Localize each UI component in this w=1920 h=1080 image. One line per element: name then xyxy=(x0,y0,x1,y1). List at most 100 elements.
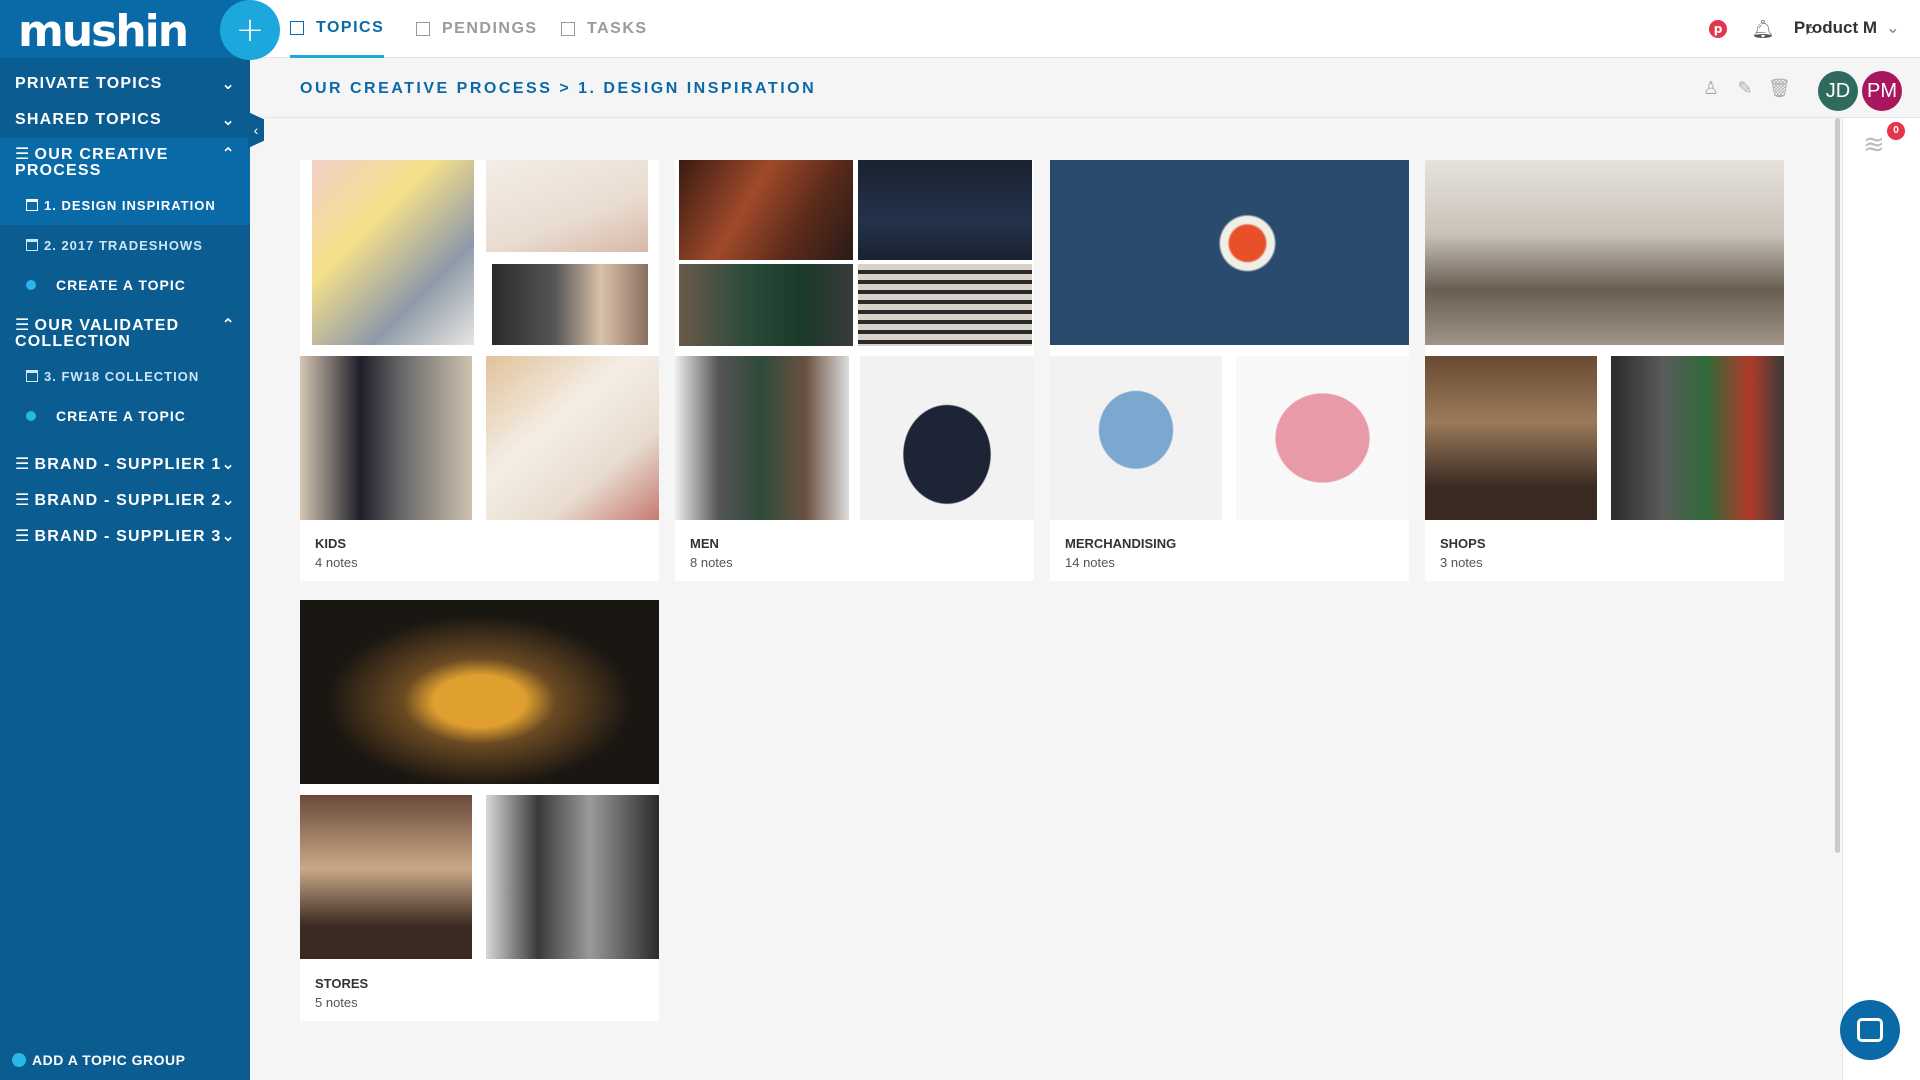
image xyxy=(1425,160,1784,345)
chevron-down-icon[interactable]: ⌄ xyxy=(221,446,236,482)
group-brand-supplier-3[interactable]: ☰ BRAND - SUPPLIER 3 ⌄ xyxy=(0,518,250,554)
sidebar-item-label: 3. FW18 COLLECTION xyxy=(44,368,200,384)
topic-card-merchandising[interactable]: MERCHANDISING 14 notes xyxy=(1050,160,1409,581)
pinterest-icon[interactable]: p xyxy=(1709,20,1727,38)
chevron-down-icon[interactable]: ⌄ xyxy=(221,102,236,138)
tab-label: TASKS xyxy=(587,20,648,37)
image xyxy=(1050,356,1222,520)
hamburger-icon[interactable]: ☰ xyxy=(15,146,31,162)
topic-icon xyxy=(26,370,38,382)
image xyxy=(1611,356,1784,520)
user-menu[interactable]: Product M ⌄ xyxy=(1794,18,1900,38)
avatar[interactable]: JD xyxy=(1818,71,1858,111)
group-brand-supplier-2[interactable]: ☰ BRAND - SUPPLIER 2 ⌄ xyxy=(0,482,250,518)
topic-card-men[interactable]: MEN 8 notes xyxy=(675,160,1034,581)
image xyxy=(679,160,853,260)
sidebar-item-2017-tradeshows[interactable]: 2. 2017 TRADESHOWS xyxy=(0,225,250,265)
tab-topics[interactable]: TOPICS xyxy=(290,0,385,58)
top-navigation: TOPICS PENDINGS TASKS p 🔔︎ ⌕ Product M ⌄ xyxy=(250,0,1920,58)
add-topic-group-button[interactable]: ADD A TOPIC GROUP xyxy=(12,1052,185,1068)
card-image-collage xyxy=(300,160,659,520)
chevron-up-icon[interactable]: ⌃ xyxy=(221,317,236,333)
image xyxy=(858,160,1032,260)
card-image-collage xyxy=(1425,160,1784,520)
create-topic-button[interactable]: CREATE A TOPIC xyxy=(0,265,250,305)
create-topic-label: CREATE A TOPIC xyxy=(56,408,186,424)
edit-icon[interactable]: ✎ xyxy=(1734,78,1756,100)
group-label: SHARED TOPICS xyxy=(15,111,162,128)
image xyxy=(1236,356,1409,520)
group-shared-topics[interactable]: SHARED TOPICS ⌄ xyxy=(0,102,250,138)
card-note-count: 14 notes xyxy=(1065,555,1115,570)
chat-button[interactable] xyxy=(1840,1000,1900,1060)
image xyxy=(486,160,648,252)
group-our-validated-collection[interactable]: ☰ OUR VALIDATED COLLECTION ⌃ xyxy=(0,305,250,356)
card-title: STORES xyxy=(315,976,369,991)
plus-dot-icon xyxy=(12,1053,26,1067)
topic-card-stores[interactable]: STORES 5 notes xyxy=(300,600,659,1021)
breadcrumb-bar: OUR CREATIVE PROCESS > 1. DESIGN INSPIRA… xyxy=(265,58,1920,118)
image xyxy=(486,356,659,520)
image xyxy=(1050,160,1409,345)
group-brand-supplier-1[interactable]: ☰ BRAND - SUPPLIER 1 ⌄ xyxy=(0,446,250,482)
card-note-count: 5 notes xyxy=(315,995,358,1010)
sidebar: mushin PRIVATE TOPICS ⌄ SHARED TOPICS ⌄ … xyxy=(0,0,250,1080)
hamburger-icon[interactable]: ☰ xyxy=(15,317,31,333)
topic-icon xyxy=(26,239,38,251)
add-topic-group-label: ADD A TOPIC GROUP xyxy=(32,1052,186,1068)
image xyxy=(486,795,659,959)
group-label: BRAND - SUPPLIER 1 xyxy=(34,456,222,473)
group-label: OUR VALIDATED COLLECTION xyxy=(15,317,180,350)
trash-icon[interactable]: 🗑︎ xyxy=(1768,78,1791,100)
add-button[interactable]: + xyxy=(220,0,280,60)
topics-icon xyxy=(290,20,304,35)
hamburger-icon[interactable]: ☰ xyxy=(15,446,31,482)
sidebar-item-fw18-collection[interactable]: 3. FW18 COLLECTION xyxy=(0,356,250,396)
hamburger-icon[interactable]: ☰ xyxy=(15,518,31,554)
app-logo[interactable]: mushin xyxy=(18,6,189,57)
image xyxy=(300,795,472,959)
chevron-down-icon[interactable]: ⌄ xyxy=(221,518,236,554)
topic-icon xyxy=(26,199,38,211)
image xyxy=(679,264,853,346)
breadcrumb[interactable]: OUR CREATIVE PROCESS > 1. DESIGN INSPIRA… xyxy=(300,80,816,98)
card-note-count: 3 notes xyxy=(1440,555,1483,570)
topic-card-shops[interactable]: SHOPS 3 notes xyxy=(1425,160,1784,581)
tab-label: PENDINGS xyxy=(442,20,538,37)
image xyxy=(675,356,849,520)
scrollbar[interactable] xyxy=(1835,118,1840,853)
sidebar-item-label: 1. DESIGN INSPIRATION xyxy=(44,197,216,213)
group-private-topics[interactable]: PRIVATE TOPICS ⌄ xyxy=(0,66,250,102)
chevron-down-icon[interactable]: ⌄ xyxy=(221,66,236,102)
create-topic-button[interactable]: CREATE A TOPIC xyxy=(0,396,250,436)
chat-icon xyxy=(1857,1018,1883,1042)
sidebar-item-design-inspiration[interactable]: 1. DESIGN INSPIRATION xyxy=(0,185,250,225)
image xyxy=(858,264,1032,346)
group-our-creative-process[interactable]: ☰ OUR CREATIVE PROCESS ⌃ xyxy=(0,138,250,185)
tab-tasks[interactable]: TASKS xyxy=(561,0,648,58)
plus-dot-icon xyxy=(26,280,36,290)
share-user-icon[interactable]: ♙ xyxy=(1700,78,1722,100)
pendings-icon xyxy=(416,22,430,36)
collapse-sidebar-button[interactable]: ‹ xyxy=(248,112,264,148)
group-label: BRAND - SUPPLIER 2 xyxy=(34,492,222,509)
card-note-count: 4 notes xyxy=(315,555,358,570)
group-label: PRIVATE TOPICS xyxy=(15,75,163,92)
card-title: MERCHANDISING xyxy=(1065,536,1177,551)
tab-label: TOPICS xyxy=(316,18,385,36)
image xyxy=(312,160,474,345)
group-label: OUR CREATIVE PROCESS xyxy=(15,146,169,179)
chevron-down-icon[interactable]: ⌄ xyxy=(221,482,236,518)
tab-pendings[interactable]: PENDINGS xyxy=(416,0,538,58)
card-title: SHOPS xyxy=(1440,536,1486,551)
card-title: MEN xyxy=(690,536,719,551)
group-label: BRAND - SUPPLIER 3 xyxy=(34,528,222,545)
avatar[interactable]: PM xyxy=(1862,71,1902,111)
topic-card-kids[interactable]: KIDS 4 notes xyxy=(300,160,659,581)
hamburger-icon[interactable]: ☰ xyxy=(15,482,31,518)
chevron-up-icon[interactable]: ⌃ xyxy=(221,146,236,162)
bell-icon[interactable]: 🔔︎ xyxy=(1751,17,1775,41)
card-title: KIDS xyxy=(315,536,347,551)
image xyxy=(1425,356,1597,520)
tasks-icon xyxy=(561,22,575,36)
